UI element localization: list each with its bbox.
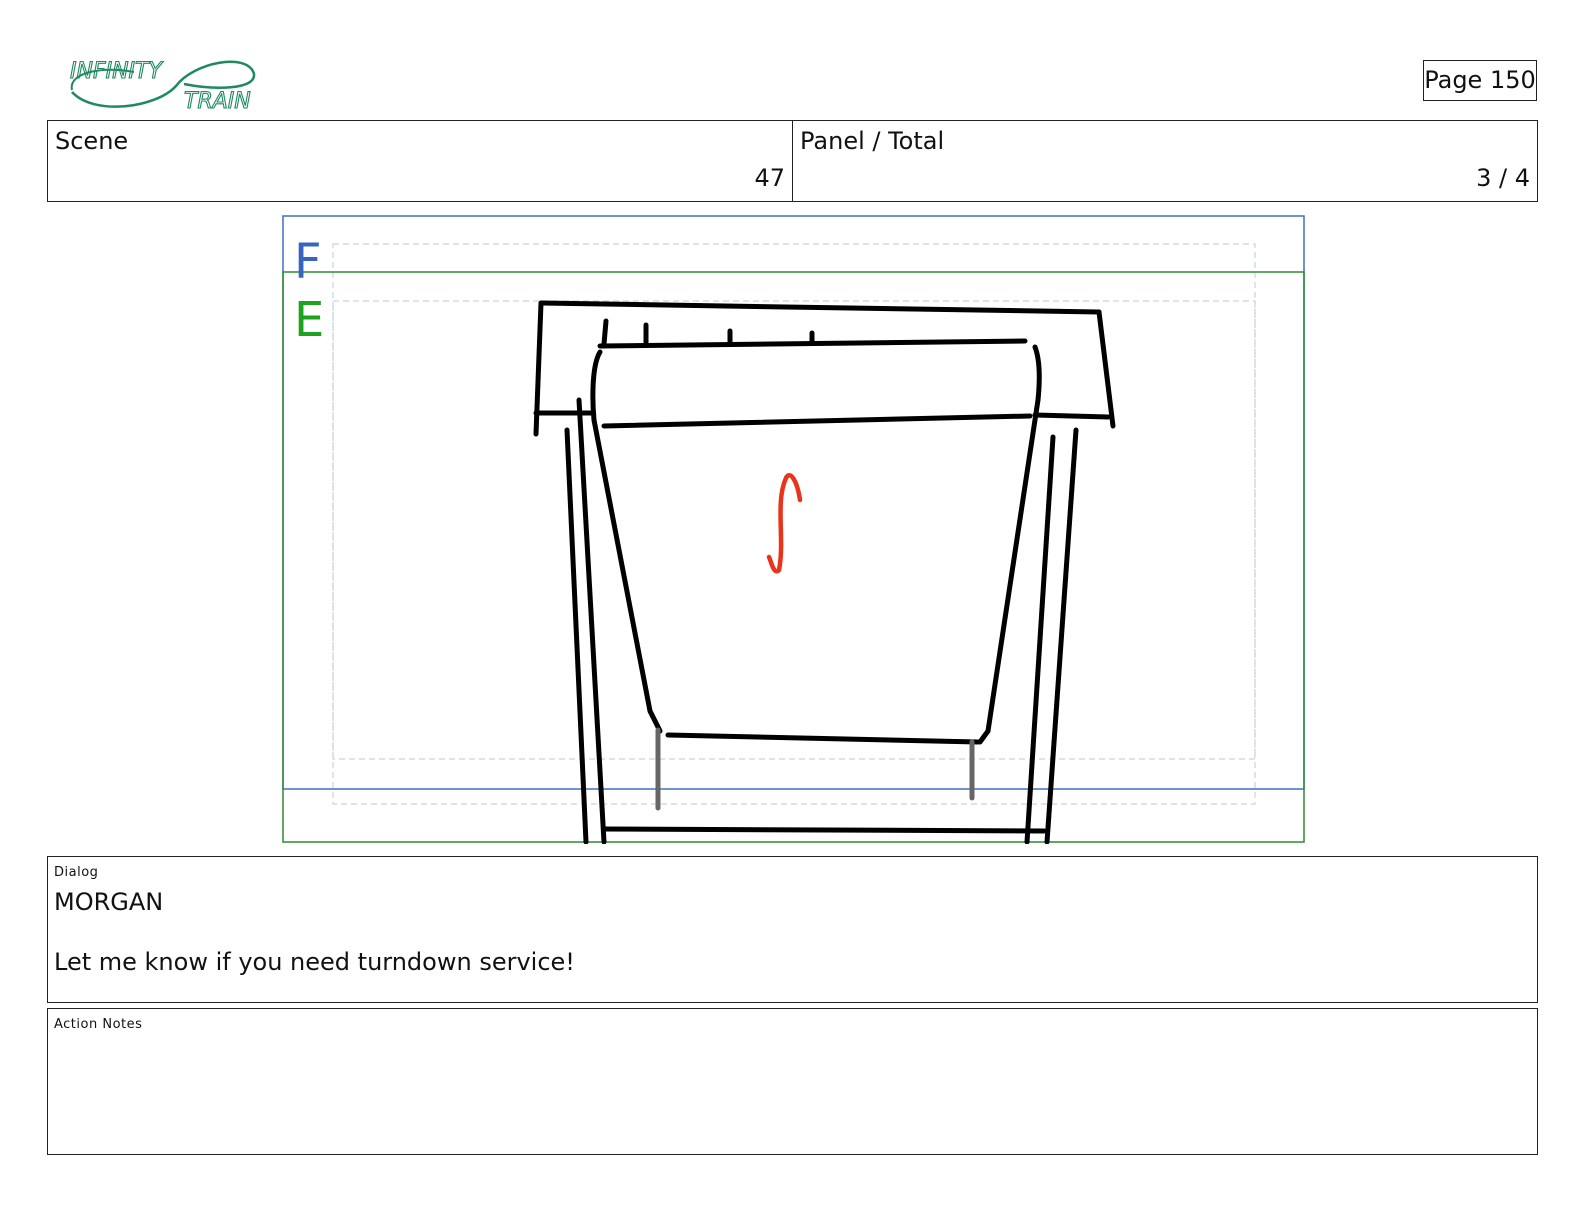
logo-text-line2: TRAIN	[184, 89, 251, 114]
frame-field-e	[282, 271, 1305, 843]
safe-area-outer	[332, 243, 1256, 805]
page-number: Page 150	[1424, 66, 1536, 94]
panel-cell: Panel / Total 3 / 4	[792, 121, 1537, 201]
safe-area-inner	[332, 300, 1256, 760]
action-notes-box: Action Notes	[47, 1008, 1538, 1155]
scene-value: 47	[754, 164, 785, 192]
page-number-box: Page 150	[1423, 60, 1537, 101]
infinity-train-logo: INFINITY TRAIN	[69, 58, 256, 114]
action-notes-label: Action Notes	[54, 1017, 143, 1032]
panel-total-value: 3 / 4	[1476, 164, 1530, 192]
scene-panel-header: Scene 47 Panel / Total 3 / 4	[47, 120, 1538, 202]
scene-cell: Scene 47	[48, 121, 792, 201]
dialog-character: MORGAN	[54, 888, 164, 916]
frame-label-f: F	[294, 234, 322, 290]
logo-text-line1: INFINITY	[70, 59, 163, 84]
motion-arrow	[766, 473, 803, 574]
dialog-line: Let me know if you need turndown service…	[54, 948, 575, 976]
storyboard-panel: F E	[282, 215, 1305, 844]
scene-label: Scene	[55, 127, 129, 155]
dialog-label: Dialog	[54, 865, 99, 880]
frame-field-f	[282, 215, 1305, 790]
frame-label-e: E	[294, 292, 324, 348]
panel-total-label: Panel / Total	[800, 127, 945, 155]
dialog-box: Dialog MORGAN Let me know if you need tu…	[47, 856, 1538, 1003]
sketch-drawing	[533, 300, 1116, 844]
